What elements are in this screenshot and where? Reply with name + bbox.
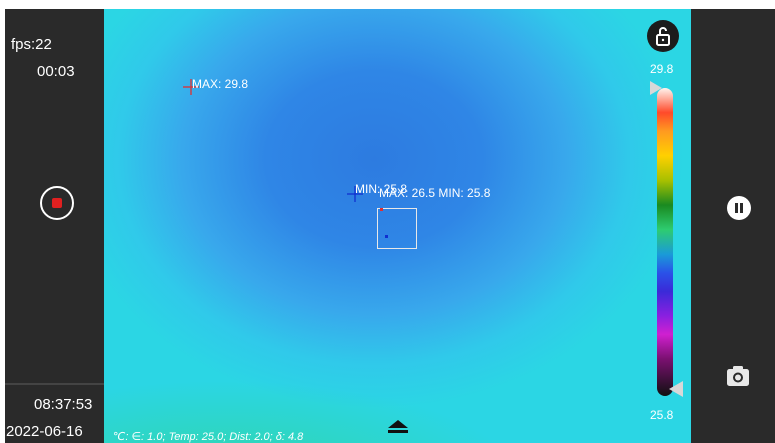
thermal-image-view[interactable]: MAX: 29.8 MIN: 25.8 MAX: 26.5 MIN: 25.8 … (104, 9, 691, 443)
roi-max-point (380, 208, 383, 211)
roi-temp-label: MAX: 26.5 MIN: 25.8 (379, 186, 491, 200)
camera-icon[interactable] (726, 365, 750, 387)
measurement-params: ℃: ∈: 1.0; Temp: 25.0; Dist: 2.0; δ: 4.8 (113, 431, 304, 443)
clock-date: 2022-06-16 (6, 423, 83, 440)
clock-time: 08:37:53 (34, 396, 93, 413)
scale-min-value: 25.8 (650, 408, 674, 422)
right-panel (691, 9, 775, 443)
scale-bottom-handle[interactable] (669, 381, 683, 397)
record-button[interactable] (40, 186, 74, 220)
thermal-camera-app: fps:22 00:03 08:37:53 2022-06-16 MAX: 29… (0, 0, 775, 443)
lock-icon (656, 27, 670, 46)
color-palette-bar (657, 88, 673, 396)
divider (5, 383, 104, 385)
roi-box[interactable] (377, 208, 417, 249)
max-temp-label: MAX: 29.8 (192, 77, 249, 91)
scale-max-value: 29.8 (650, 62, 674, 76)
fps-readout: fps:22 (11, 36, 52, 53)
lock-button[interactable] (647, 20, 679, 52)
recording-timer: 00:03 (37, 63, 75, 80)
left-panel: fps:22 00:03 08:37:53 2022-06-16 (5, 9, 104, 443)
roi-min-point (385, 235, 388, 238)
eject-icon[interactable] (388, 420, 408, 434)
record-icon (52, 198, 62, 208)
scale-top-handle[interactable] (650, 81, 662, 95)
pause-icon[interactable] (727, 196, 751, 220)
